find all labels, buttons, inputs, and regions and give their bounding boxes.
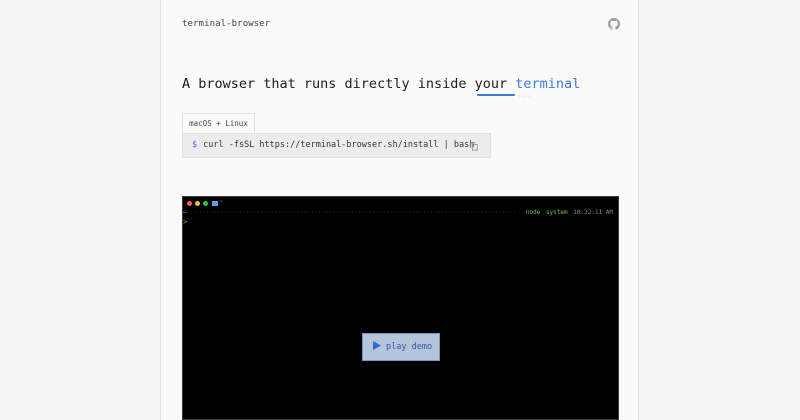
copy-icon[interactable] xyxy=(470,142,478,151)
main-column: terminal-browser A browser that runs dir… xyxy=(160,0,639,420)
status-leader: ········································… xyxy=(195,209,515,216)
github-icon[interactable] xyxy=(608,18,620,30)
accent-dots: ··· xyxy=(518,93,532,100)
play-icon xyxy=(373,341,381,350)
page-headline: A browser that runs directly inside your… xyxy=(182,76,580,92)
terminal-status-line: ← ······································… xyxy=(183,209,618,217)
terminal-prompt: > xyxy=(183,218,188,226)
close-dot xyxy=(187,201,192,206)
accent-underline xyxy=(477,94,515,96)
site-name[interactable]: terminal-browser xyxy=(182,19,270,29)
play-demo-button[interactable]: play demo xyxy=(362,333,440,361)
status-right: node system 10:32:11 AM xyxy=(526,209,613,217)
folder-icon xyxy=(212,201,218,206)
minimize-dot xyxy=(195,201,200,206)
prompt-symbol: $ xyxy=(192,140,198,150)
install-command: curl -fsSL https://terminal-browser.sh/i… xyxy=(203,140,475,150)
terminal-demo[interactable]: ~ ← ····································… xyxy=(182,196,619,420)
status-arrow-icon: ← xyxy=(183,209,187,216)
status-node: node xyxy=(525,209,541,216)
status-context: system xyxy=(545,209,568,216)
install-command-box: $ curl -fsSL https://terminal-browser.sh/… xyxy=(182,133,491,158)
tab-macos-linux[interactable]: macOS + Linux xyxy=(182,113,255,134)
folder-label: ~ xyxy=(219,198,223,205)
headline-text: A browser that runs directly inside your xyxy=(182,76,516,92)
maximize-dot xyxy=(203,201,208,206)
status-time: 10:32:11 AM xyxy=(573,209,613,216)
play-demo-label: play demo xyxy=(386,342,433,352)
headline-accent: terminal xyxy=(515,76,581,92)
